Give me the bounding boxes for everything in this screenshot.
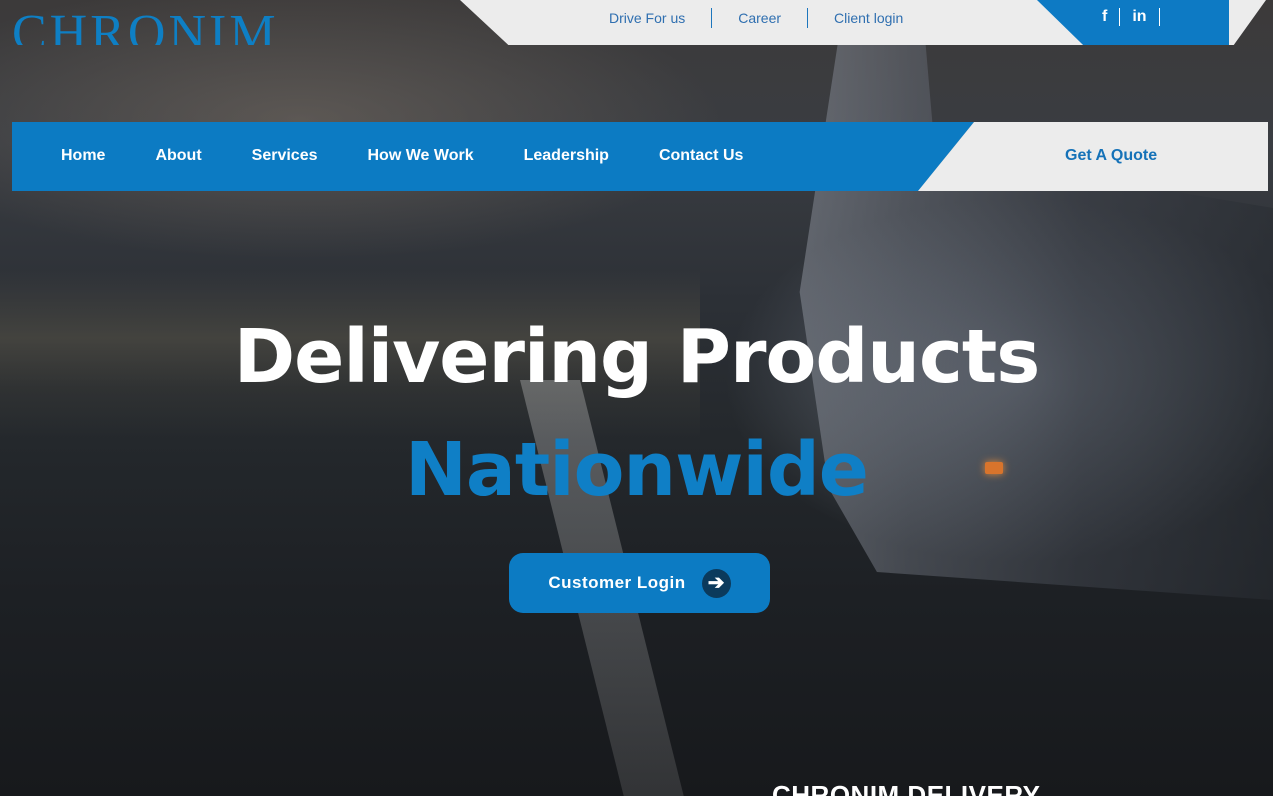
facebook-icon[interactable]: f	[1090, 8, 1121, 26]
linkedin-icon[interactable]: in	[1120, 8, 1160, 26]
get-a-quote-button[interactable]: Get A Quote	[1065, 146, 1157, 166]
hero-headline: Delivering Products	[233, 314, 1041, 400]
customer-login-label: Customer Login	[548, 573, 686, 592]
nav-home[interactable]: Home	[61, 146, 105, 166]
career-link[interactable]: Career	[711, 8, 807, 28]
nav-items: Home About Services How We Work Leadersh…	[61, 146, 793, 166]
logo-text: CHRONIM	[12, 5, 279, 46]
nav-contact-us[interactable]: Contact Us	[659, 146, 743, 166]
nav-services[interactable]: Services	[252, 146, 318, 166]
client-login-link[interactable]: Client login	[807, 8, 929, 28]
top-links: Drive For us Career Client login	[590, 8, 929, 28]
section-heading: CHRONIM DELIVERY	[772, 780, 1172, 796]
drive-for-us-link[interactable]: Drive For us	[590, 8, 711, 28]
brand-logo[interactable]: CHRONIM	[12, 0, 297, 46]
arrow-right-icon: ➔	[701, 568, 731, 598]
nav-how-we-work[interactable]: How We Work	[368, 146, 474, 166]
hero-headline-accent: Nationwide	[404, 427, 869, 513]
nav-leadership[interactable]: Leadership	[524, 146, 609, 166]
section-heading-text: CHRONIM DELIVERY	[772, 780, 1041, 796]
nav-about[interactable]: About	[155, 146, 201, 166]
customer-login-button[interactable]: Customer Login ➔	[509, 553, 770, 613]
social-icons: f in	[1090, 7, 1160, 27]
